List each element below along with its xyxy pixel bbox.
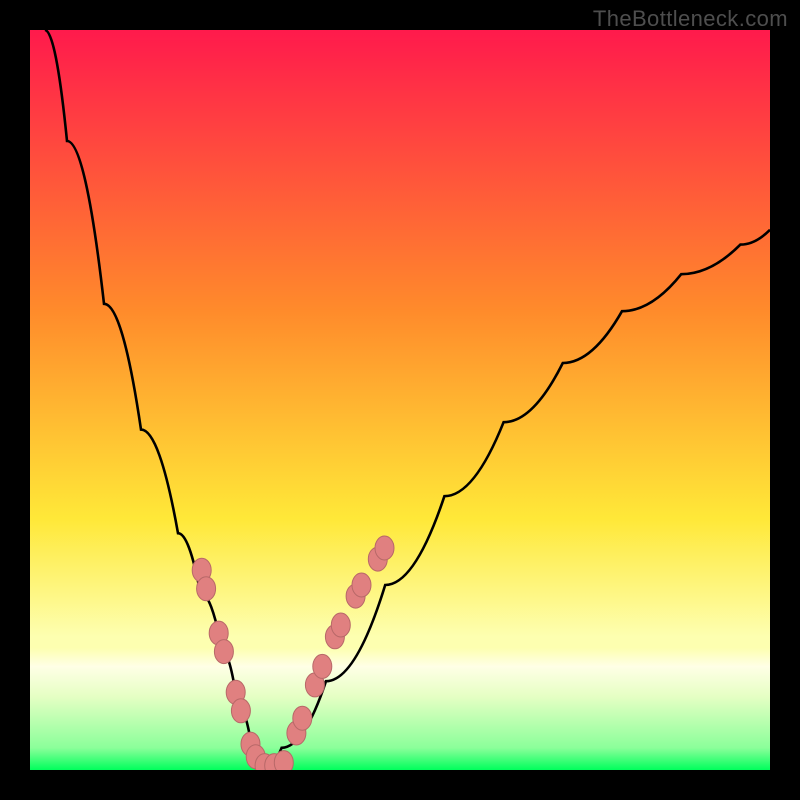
curve-beads <box>192 536 394 770</box>
bead-marker <box>313 654 332 678</box>
bead-marker <box>375 536 394 560</box>
bead-marker <box>293 706 312 730</box>
watermark-text: TheBottleneck.com <box>593 6 788 32</box>
chart-svg <box>30 30 770 770</box>
bead-marker <box>352 573 371 597</box>
bottleneck-curve <box>45 30 770 766</box>
plot-area <box>30 30 770 770</box>
bead-marker <box>274 751 293 770</box>
bead-marker <box>231 699 250 723</box>
bead-marker <box>197 577 216 601</box>
bead-marker <box>214 640 233 664</box>
bead-marker <box>331 613 350 637</box>
chart-frame: TheBottleneck.com <box>0 0 800 800</box>
